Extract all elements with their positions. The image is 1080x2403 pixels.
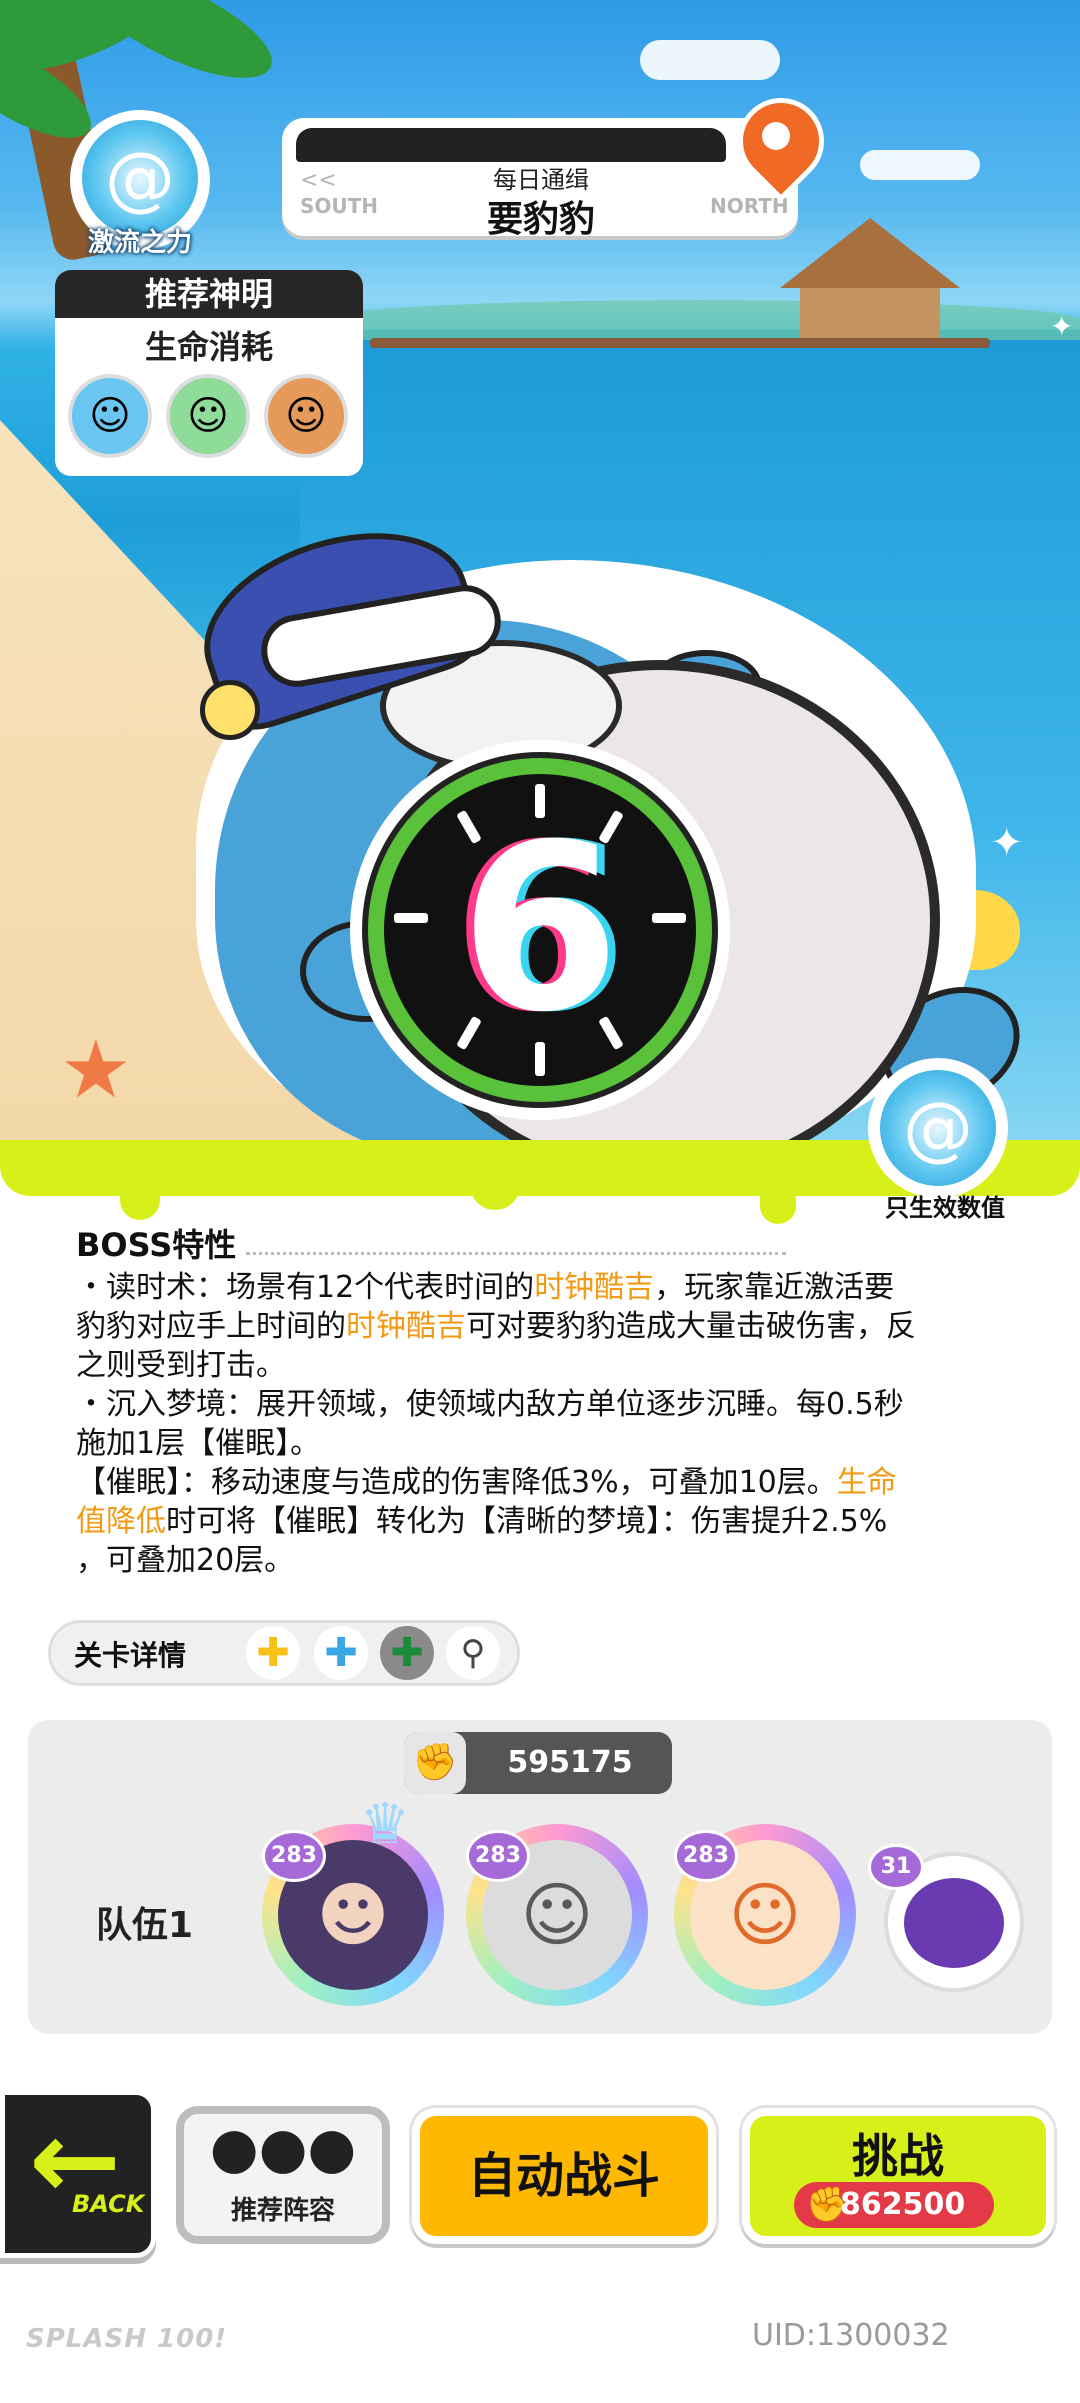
trait-paragraph-1: ・读时术：场景有12个代表时间的时钟酷吉，玩家靠近激活要 豹豹对应手上时间的时钟… (76, 1268, 1026, 1385)
trait-highlight: 值降低 (76, 1504, 166, 1539)
pet-level-badge: 31 (868, 1844, 924, 1890)
trait-highlight: 时钟酷吉 (346, 1309, 466, 1344)
island (320, 300, 1080, 340)
green-clover-icon[interactable]: ✚ (380, 1626, 434, 1680)
hero-level-badge: 283 (262, 1830, 326, 1882)
starfish-icon: ★ (60, 1023, 132, 1116)
cloud (860, 150, 980, 180)
challenge-label: 挑战 (852, 2129, 944, 2183)
trait-text: ・读时术：场景有12个代表时间的 (76, 1270, 535, 1305)
grape-pet-icon (904, 1878, 1004, 1968)
slime-drip (760, 1180, 796, 1224)
clock-number: 6 (459, 796, 621, 1063)
palm-leaf (74, 0, 286, 99)
trait-highlight: 生命 (836, 1465, 897, 1500)
hut-roof (780, 218, 960, 288)
trait-text: 施加1层【催眠】。 (76, 1426, 321, 1461)
swirl-glyph: @ (105, 137, 175, 219)
team-label[interactable]: 队伍1 (96, 1896, 193, 1948)
trait-highlight: 时钟酷吉 (534, 1270, 655, 1305)
blue-clover-icon[interactable]: ✚ (314, 1626, 368, 1680)
cloud (640, 40, 780, 80)
pier (370, 338, 990, 348)
boss-name: 要豹豹 (486, 199, 595, 240)
recommend-subtitle: 生命消耗 (144, 328, 273, 366)
green-hair-god-avatar[interactable]: ☺ (166, 374, 250, 458)
slime-drip (470, 1180, 520, 1210)
recommend-title: 推荐神明 (55, 270, 363, 318)
trait-text: ，可叠加20层。 (76, 1543, 295, 1578)
title-divider (246, 1252, 786, 1255)
sparkle-icon: ✦ (1050, 310, 1074, 343)
water-swirl-icon: @ (880, 1070, 996, 1186)
yellow-clover-icon[interactable]: ✚ (246, 1626, 300, 1680)
sparkle-icon: ✦ (990, 820, 1024, 866)
trait-text: 之则受到打击。 (76, 1348, 286, 1383)
hut (800, 288, 940, 338)
trait-text: 时可将【催眠】转化为【清晰的梦境】：伤害提升2.5% (166, 1504, 888, 1539)
game-logo: SPLASH 100! (26, 2324, 228, 2354)
challenge-cost-value: 862500 (840, 2187, 966, 2222)
boss-traits-title: BOSS特性 (76, 1226, 237, 1264)
team-power-value: 595175 (507, 1745, 633, 1780)
trait-text: 【催眠】：移动速度与造成的伤害降低3%，可叠加10层。 (76, 1465, 837, 1500)
auto-battle-label: 自动战斗 (467, 2148, 660, 2204)
crown-icon: ♛ (360, 1792, 411, 1857)
trait-text: 可对要豹豹造成大量击破伤害，反 (466, 1309, 916, 1344)
user-id: UID:1300032 (752, 2318, 950, 2353)
slime-drip (120, 1180, 160, 1220)
brown-hair-god-avatar[interactable]: ☺ (264, 374, 348, 458)
fist-icon: ✊ (404, 1732, 466, 1794)
back-label: BACK (72, 2190, 145, 2218)
blue-hair-god-avatar[interactable]: ☺ (68, 374, 152, 458)
trait-paragraph-2: ・沉入梦境：展开领域，使领域内敌方单位逐步沉睡。每0.5秒 施加1层【催眠】。 (76, 1385, 1026, 1463)
trait-text: 豹豹对应手上时间的 (76, 1309, 346, 1344)
trait-text: ・沉入梦境：展开领域，使领域内敌方单位逐步沉睡。每0.5秒 (76, 1387, 904, 1422)
group-icon: ●●● (209, 2116, 357, 2181)
nightcap-moon-icon (200, 680, 260, 740)
hero-level-badge: 283 (674, 1830, 738, 1882)
wanted-banner-bar (296, 128, 726, 162)
map-pin-dot (762, 122, 790, 150)
recommend-lineup-label: 推荐阵容 (230, 2196, 335, 2226)
element-label: 激流之力 (87, 228, 192, 258)
stage-details-label: 关卡详情 (74, 1639, 187, 1672)
magnifier-icon[interactable]: ⚲ (446, 1626, 500, 1680)
hero-level-badge: 283 (466, 1830, 530, 1882)
trait-paragraph-3: 【催眠】：移动速度与造成的伤害降低3%，可叠加10层。生命 值降低时可将【催眠】… (76, 1463, 1026, 1580)
stat-badge-label: 只生效数值 (885, 1194, 1005, 1222)
trait-text: ，玩家靠近激活要 (654, 1270, 895, 1305)
